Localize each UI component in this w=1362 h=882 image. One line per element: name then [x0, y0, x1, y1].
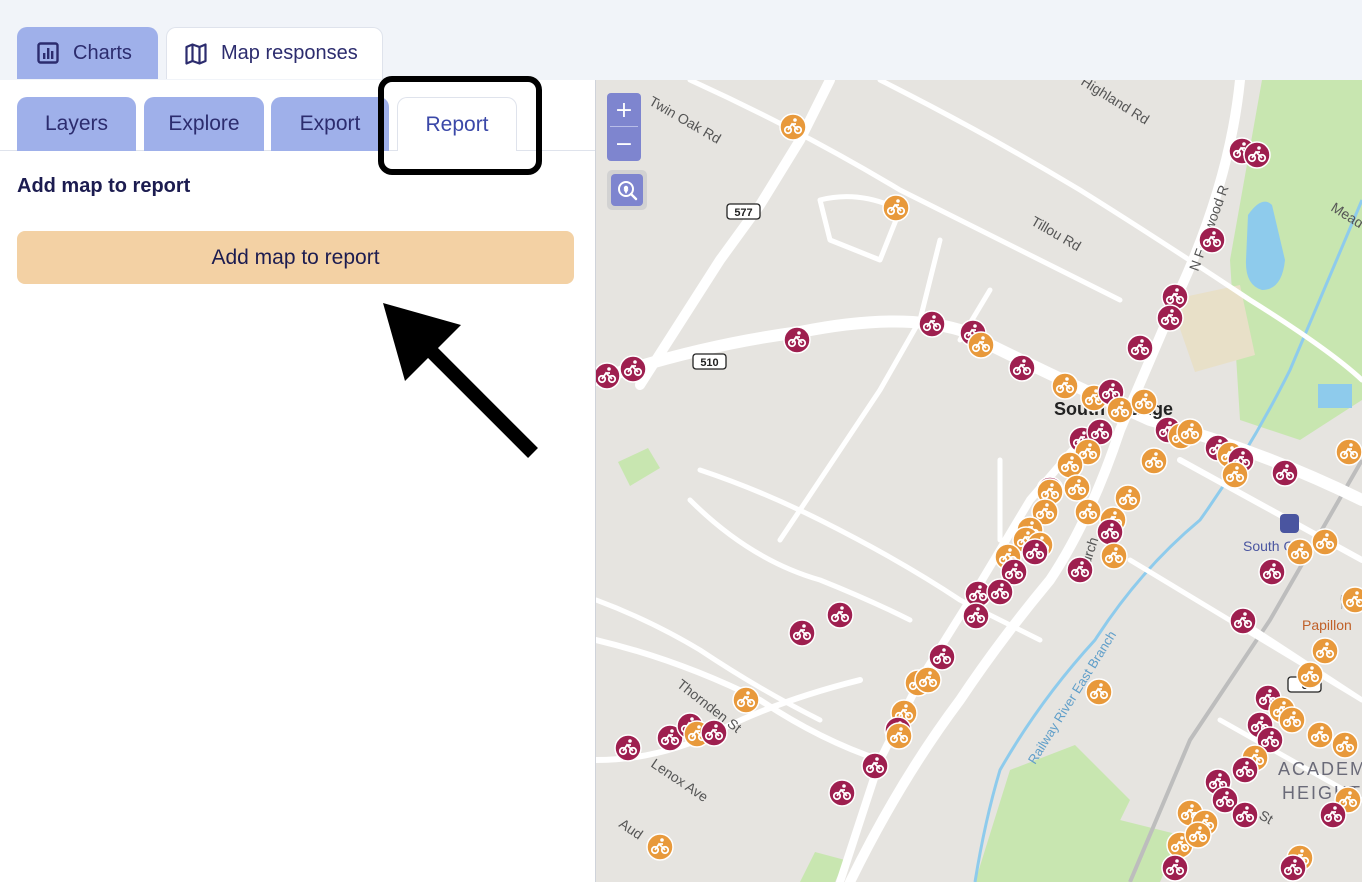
response-marker[interactable] — [1331, 731, 1359, 759]
response-marker[interactable] — [1066, 556, 1094, 584]
route-510-label: 510 — [700, 357, 718, 369]
response-marker[interactable] — [732, 686, 760, 714]
response-marker[interactable] — [1161, 854, 1189, 882]
response-marker[interactable] — [1056, 451, 1084, 479]
zoom-in-button[interactable]: + — [607, 93, 641, 127]
response-marker[interactable] — [882, 194, 910, 222]
route-577-label: 577 — [734, 207, 752, 219]
response-marker[interactable] — [1271, 459, 1299, 487]
response-marker[interactable] — [1286, 538, 1314, 566]
place-academy-1: ACADEM — [1278, 759, 1362, 779]
bar-chart-icon — [37, 42, 59, 64]
response-marker[interactable] — [928, 643, 956, 671]
map-canvas[interactable]: 577 510 6 Twin Oak Rd Highland Rd Tillou… — [596, 80, 1362, 882]
response-marker[interactable] — [1096, 518, 1124, 546]
tab-explore[interactable]: Explore — [144, 97, 264, 151]
response-marker[interactable] — [986, 578, 1014, 606]
response-marker[interactable] — [1229, 607, 1257, 635]
response-marker[interactable] — [1231, 801, 1259, 829]
locate-search-icon — [618, 181, 638, 201]
response-marker[interactable] — [1008, 354, 1036, 382]
tab-map-responses-label: Map responses — [221, 42, 358, 64]
response-marker[interactable] — [861, 752, 889, 780]
response-marker[interactable] — [1319, 801, 1347, 829]
highlight-box — [378, 76, 542, 175]
response-marker[interactable] — [1231, 756, 1259, 784]
zoom-out-button[interactable]: − — [607, 127, 641, 161]
response-marker[interactable] — [1243, 141, 1271, 169]
response-marker[interactable] — [1296, 661, 1324, 689]
response-marker[interactable] — [596, 362, 621, 390]
response-marker[interactable] — [779, 113, 807, 141]
response-marker[interactable] — [1184, 821, 1212, 849]
response-marker[interactable] — [1311, 528, 1339, 556]
response-marker[interactable] — [1176, 418, 1204, 446]
response-marker[interactable] — [1198, 226, 1226, 254]
response-marker[interactable] — [1335, 438, 1362, 466]
tab-charts-label: Charts — [73, 41, 132, 64]
response-marker[interactable] — [1051, 372, 1079, 400]
response-marker[interactable] — [700, 719, 728, 747]
place-papillon: Papillon — [1302, 617, 1352, 633]
pointer-arrow — [383, 303, 538, 458]
response-marker[interactable] — [1221, 461, 1249, 489]
response-marker[interactable] — [885, 722, 913, 750]
response-marker[interactable] — [1130, 388, 1158, 416]
response-marker[interactable] — [1085, 678, 1113, 706]
response-marker[interactable] — [1021, 538, 1049, 566]
response-marker[interactable] — [1140, 447, 1168, 475]
street-twin-oak: Twin Oak Rd — [647, 93, 724, 147]
response-marker[interactable] — [1306, 721, 1334, 749]
response-marker[interactable] — [1074, 498, 1102, 526]
response-marker[interactable] — [1100, 542, 1128, 570]
zoom-control: + − — [607, 93, 641, 161]
response-marker[interactable] — [1063, 474, 1091, 502]
response-marker[interactable] — [914, 666, 942, 694]
response-marker[interactable] — [1126, 334, 1154, 362]
response-marker[interactable] — [1341, 586, 1362, 614]
report-section-title: Add map to report — [17, 175, 191, 197]
side-panel — [0, 80, 595, 882]
response-marker[interactable] — [962, 602, 990, 630]
street-tillou: Tillou Rd — [1029, 213, 1084, 254]
response-marker[interactable] — [1106, 396, 1134, 424]
street-audley: Aud — [616, 815, 646, 842]
add-map-to-report-button[interactable]: Add map to report — [17, 231, 574, 284]
street-lenox: Lenox Ave — [648, 755, 711, 805]
response-marker[interactable] — [783, 326, 811, 354]
response-marker[interactable] — [1258, 558, 1286, 586]
map-icon — [185, 42, 207, 65]
map[interactable]: 577 510 6 Twin Oak Rd Highland Rd Tillou… — [596, 80, 1362, 882]
street-highland: Highland Rd — [1078, 80, 1152, 127]
response-marker[interactable] — [1156, 304, 1184, 332]
street-st: St — [1257, 807, 1277, 828]
response-marker[interactable] — [1279, 854, 1307, 882]
response-marker[interactable] — [918, 310, 946, 338]
response-marker[interactable] — [788, 619, 816, 647]
response-marker[interactable] — [614, 734, 642, 762]
response-marker[interactable] — [619, 355, 647, 383]
tab-charts[interactable]: Charts — [17, 27, 158, 79]
response-marker[interactable] — [967, 331, 995, 359]
response-marker[interactable] — [646, 833, 674, 861]
tab-export[interactable]: Export — [271, 97, 389, 151]
response-marker[interactable] — [1278, 706, 1306, 734]
tab-layers[interactable]: Layers — [17, 97, 136, 151]
response-marker[interactable] — [828, 779, 856, 807]
tab-map-responses[interactable]: Map responses — [166, 27, 383, 79]
response-marker[interactable] — [826, 601, 854, 629]
response-marker[interactable] — [1311, 637, 1339, 665]
locate-button[interactable] — [607, 170, 647, 210]
response-marker[interactable] — [1114, 484, 1142, 512]
